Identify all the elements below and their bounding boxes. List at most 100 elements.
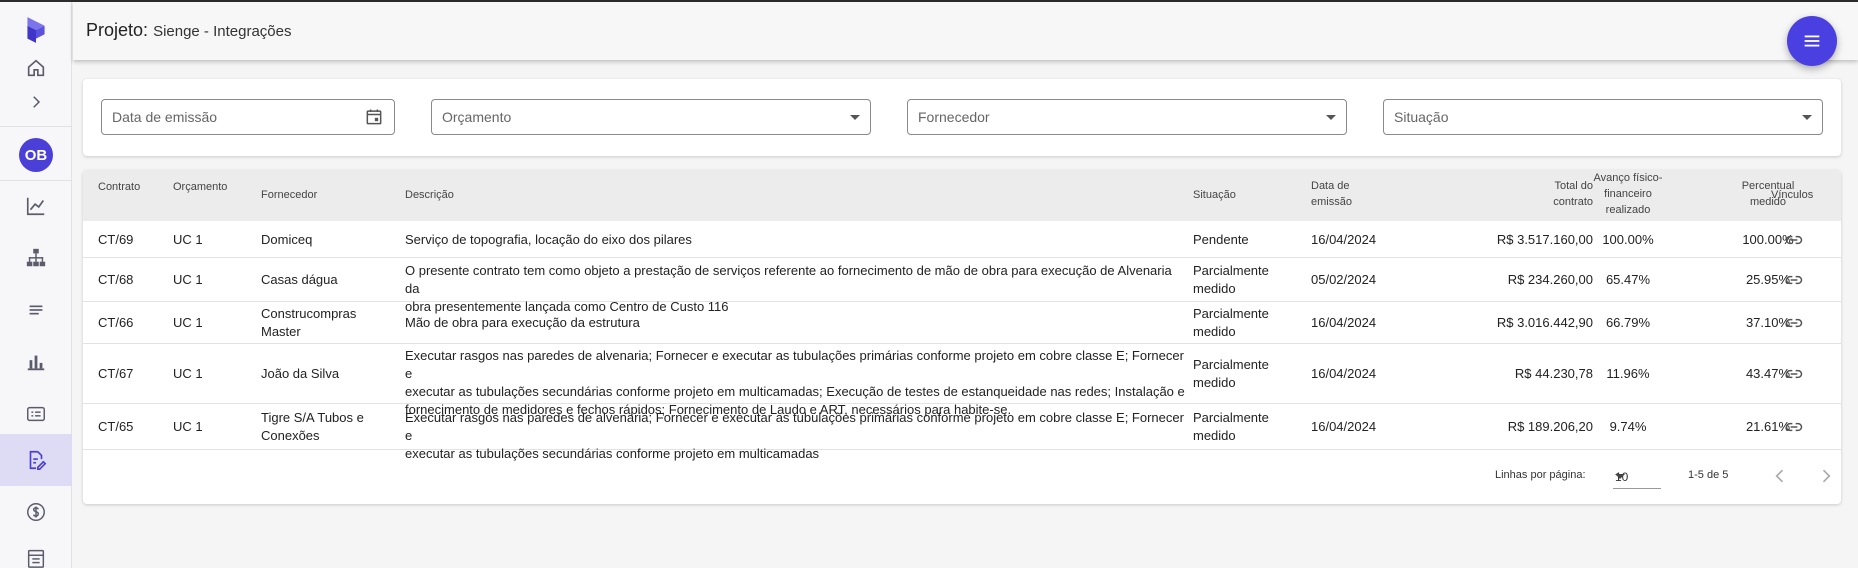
contracts-table: Contrato Orçamento Fornecedor Descrição … bbox=[83, 170, 1841, 504]
dollar-icon bbox=[27, 503, 45, 521]
pagination-range: 1-5 de 5 bbox=[1688, 469, 1729, 481]
cell-data-emissao: 16/04/2024 bbox=[1311, 366, 1377, 381]
col-header-orcamento[interactable]: Orçamento bbox=[173, 179, 227, 195]
lines-icon bbox=[29, 305, 43, 315]
cell-total: R$ 234.260,00 bbox=[1507, 272, 1593, 287]
filters-panel: Data de emissão Orçamento Fornecedor Sit… bbox=[83, 79, 1841, 156]
cell-contrato: CT/67 bbox=[98, 366, 134, 381]
chevron-down-icon bbox=[1615, 474, 1625, 479]
table-row[interactable]: CT/69 UC 1 Domiceq Serviço de topografia, l… bbox=[83, 221, 1841, 258]
cell-data-emissao: 16/04/2024 bbox=[1311, 232, 1377, 247]
cell-fornecedor: Casas dágua bbox=[261, 272, 338, 287]
cell-orcamento: UC 1 bbox=[173, 419, 203, 434]
supplier-select-placeholder: Fornecedor bbox=[918, 109, 990, 125]
status-select[interactable]: Situação bbox=[1383, 99, 1823, 135]
cell-total: R$ 189.206,20 bbox=[1507, 419, 1593, 434]
rows-per-page-label: Linhas por página: bbox=[1495, 469, 1586, 481]
cell-contrato: CT/65 bbox=[98, 419, 134, 434]
sidebar: OB bbox=[0, 2, 72, 568]
bar-chart-icon bbox=[27, 355, 45, 371]
link-icon[interactable] bbox=[1784, 270, 1804, 290]
cell-situacao: Pendente bbox=[1193, 232, 1249, 247]
cell-situacao: Parcialmente medido bbox=[1193, 410, 1269, 443]
cell-avanco: 100.00% bbox=[1602, 232, 1654, 247]
sidebar-item-structure[interactable] bbox=[0, 232, 72, 284]
menu-fab-button[interactable] bbox=[1787, 16, 1837, 66]
page-title: Projeto: Sienge - Integrações bbox=[86, 20, 291, 41]
rows-per-page-select[interactable]: 10 bbox=[1613, 463, 1661, 489]
cell-contrato: CT/66 bbox=[98, 315, 134, 330]
link-icon[interactable] bbox=[1784, 364, 1804, 384]
chevron-down-icon bbox=[1802, 114, 1812, 120]
date-filter-placeholder: Data de emissão bbox=[112, 109, 218, 125]
cell-fornecedor: Domiceq bbox=[261, 232, 313, 247]
cell-fornecedor: Construcompras Master bbox=[261, 306, 357, 339]
card-list-icon bbox=[27, 406, 45, 422]
avatar[interactable]: OB bbox=[19, 138, 53, 172]
cell-avanco: 9.74% bbox=[1609, 419, 1647, 434]
cell-fornecedor: João da Silva bbox=[261, 366, 340, 381]
col-header-data-emissao[interactable]: Data de emissão bbox=[1311, 178, 1352, 210]
sidebar-divider bbox=[0, 126, 72, 127]
cell-avanco: 66.79% bbox=[1605, 315, 1651, 330]
cell-orcamento: UC 1 bbox=[173, 315, 203, 330]
link-icon[interactable] bbox=[1784, 417, 1804, 437]
col-header-fornecedor[interactable]: Fornecedor bbox=[261, 187, 317, 203]
col-header-vinculos: Vínculos bbox=[1771, 189, 1814, 201]
cell-avanco: 65.47% bbox=[1605, 272, 1651, 287]
project-label: Projeto: bbox=[86, 20, 149, 40]
project-name: Sienge - Integrações bbox=[153, 23, 292, 40]
sidebar-expand-toggle[interactable] bbox=[0, 82, 72, 122]
cell-data-emissao: 16/04/2024 bbox=[1311, 419, 1377, 434]
cell-orcamento: UC 1 bbox=[173, 272, 203, 287]
cell-avanco: 11.96% bbox=[1606, 366, 1650, 381]
sidebar-item-cards[interactable] bbox=[0, 388, 72, 440]
org-chart-icon bbox=[26, 248, 46, 267]
date-filter-input[interactable]: Data de emissão bbox=[101, 99, 395, 135]
table-row[interactable]: CT/66 UC 1 Construcompras Master Mão de obra… bbox=[83, 302, 1841, 344]
sidebar-item-dashboard[interactable] bbox=[0, 180, 72, 232]
cell-situacao: Parcialmente medido bbox=[1193, 357, 1269, 390]
next-page-icon[interactable] bbox=[1816, 466, 1836, 486]
cell-total: R$ 44.230,78 bbox=[1514, 366, 1593, 381]
chevron-right-icon bbox=[33, 96, 41, 108]
cell-data-emissao: 05/02/2024 bbox=[1311, 272, 1377, 287]
budget-select-placeholder: Orçamento bbox=[442, 109, 512, 125]
sidebar-item-documents[interactable] bbox=[0, 532, 72, 568]
cell-orcamento: UC 1 bbox=[173, 366, 203, 381]
app-logo[interactable] bbox=[0, 8, 72, 52]
cell-orcamento: UC 1 bbox=[173, 232, 203, 247]
menu-icon bbox=[1804, 35, 1820, 47]
sidebar-item-list[interactable] bbox=[0, 284, 72, 336]
budget-select[interactable]: Orçamento bbox=[431, 99, 871, 135]
line-chart-icon bbox=[26, 197, 45, 216]
chevron-down-icon bbox=[1326, 114, 1336, 120]
logo-icon bbox=[27, 17, 45, 43]
col-header-situacao[interactable]: Situação bbox=[1193, 187, 1236, 203]
page-header: Projeto: Sienge - Integrações bbox=[73, 2, 1858, 60]
cell-descricao: Mão de obra para execução da estrutura bbox=[405, 315, 640, 330]
table-row[interactable]: CT/68 UC 1 Casas dágua O presente contrato … bbox=[83, 258, 1841, 314]
link-icon[interactable] bbox=[1784, 230, 1804, 250]
previous-page-icon[interactable] bbox=[1770, 466, 1790, 486]
col-header-descricao[interactable]: Descrição bbox=[405, 187, 454, 203]
table-row[interactable]: CT/67 UC 1 João da Silva Executar rasgos na… bbox=[83, 344, 1841, 417]
status-select-placeholder: Situação bbox=[1394, 109, 1449, 125]
cell-contrato: CT/68 bbox=[98, 272, 134, 287]
pagination: Linhas por página: 10 1-5 de 5 bbox=[83, 450, 1841, 504]
col-header-percentual[interactable]: Percentual medido bbox=[1693, 178, 1841, 210]
cell-situacao: Parcialmente medido bbox=[1193, 306, 1269, 339]
calendar-icon[interactable] bbox=[364, 107, 384, 127]
sidebar-item-contracts[interactable] bbox=[0, 434, 72, 486]
table-row[interactable]: CT/65 UC 1 Tigre S/A Tubos e Conexões Execut… bbox=[83, 404, 1841, 461]
contract-edit-icon bbox=[29, 450, 47, 470]
cell-data-emissao: 16/04/2024 bbox=[1311, 315, 1377, 330]
sidebar-item-finance[interactable] bbox=[0, 486, 72, 538]
cell-descricao: Serviço de topografia, locação do eixo d… bbox=[405, 232, 692, 247]
link-icon[interactable] bbox=[1784, 313, 1804, 333]
sidebar-item-reports[interactable] bbox=[0, 336, 72, 388]
supplier-select[interactable]: Fornecedor bbox=[907, 99, 1347, 135]
cell-total: R$ 3.517.160,00 bbox=[1496, 232, 1593, 247]
table-header: Contrato Orçamento Fornecedor Descrição … bbox=[83, 170, 1841, 221]
col-header-contrato[interactable]: Contrato bbox=[98, 179, 140, 195]
